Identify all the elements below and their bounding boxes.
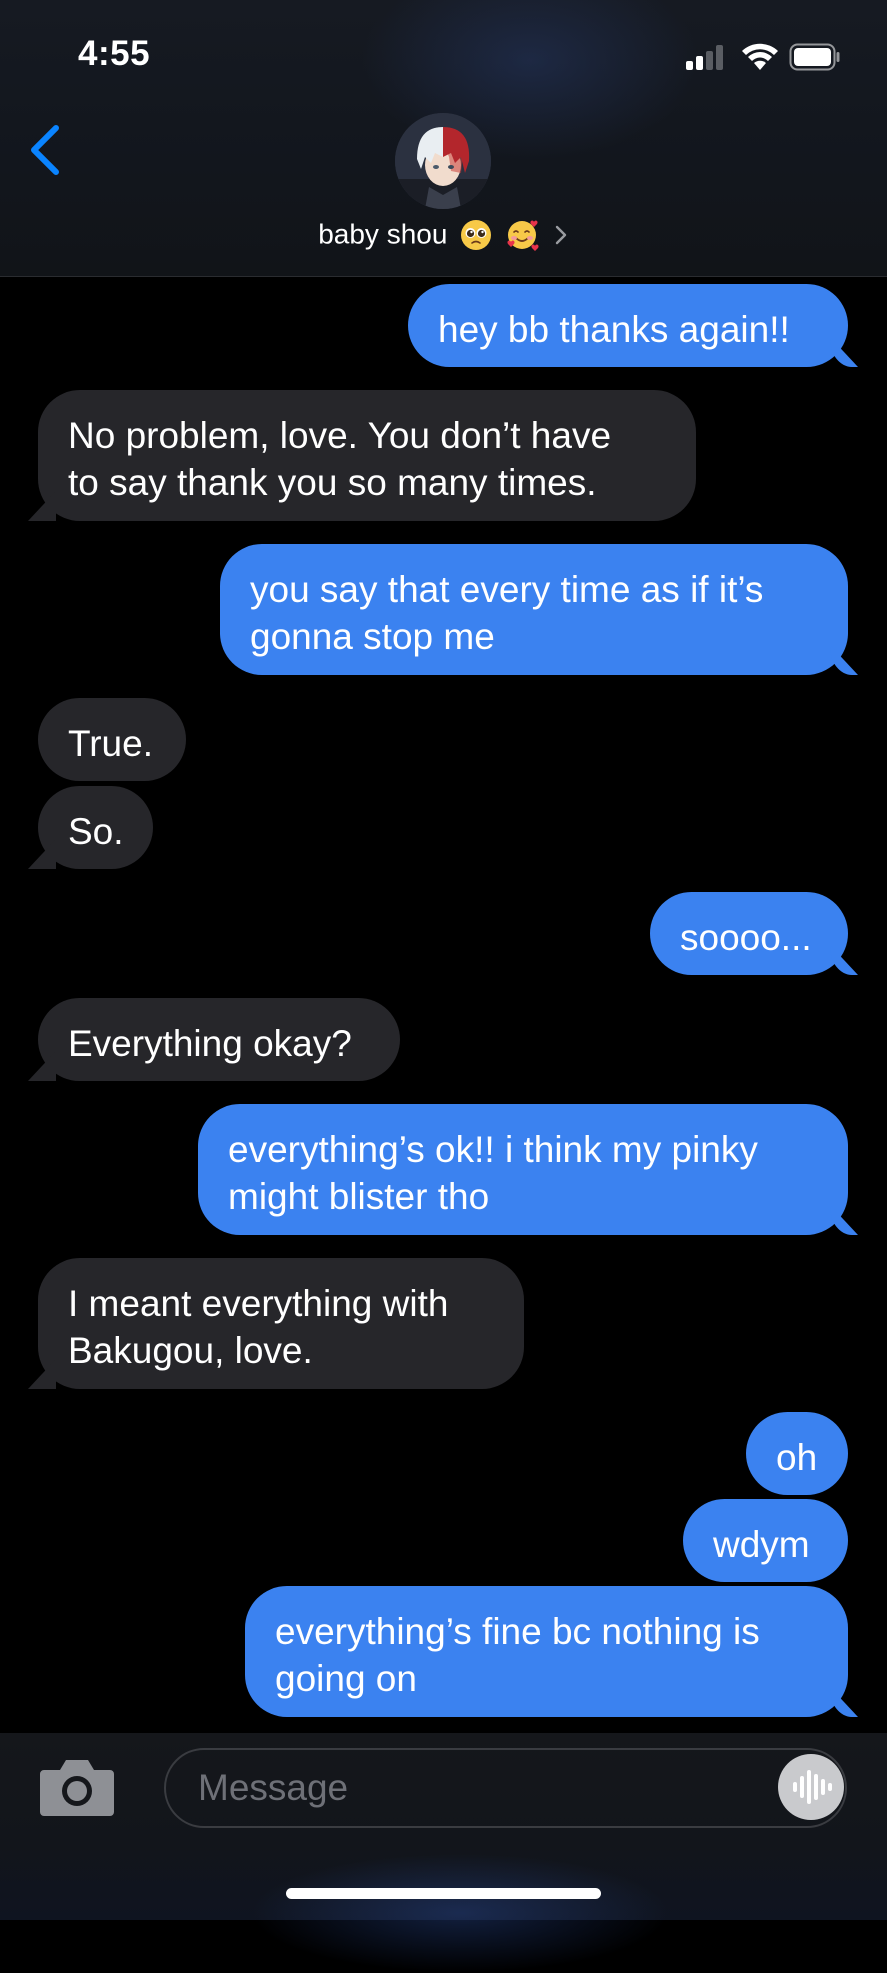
message-bubble-incoming[interactable]: I meant everything with Bakugou, love. — [38, 1258, 524, 1389]
avatar-illustration — [395, 113, 491, 209]
chevron-right-icon — [555, 225, 566, 244]
back-chevron-icon[interactable] — [22, 118, 66, 182]
message-input[interactable] — [164, 1748, 847, 1828]
smiling-face-with-hearts-emoji-icon — [507, 220, 539, 251]
message-bubble-outgoing[interactable]: wdym — [683, 1499, 848, 1582]
waveform-icon — [793, 1770, 832, 1804]
conversation-header: 4:55 baby shou — [0, 0, 887, 277]
composer-glow — [250, 1853, 670, 1973]
message-bubble-incoming[interactable]: No problem, love. You don’t have to say … — [38, 390, 696, 521]
message-bubble-outgoing[interactable]: everything’s ok!! i think my pinky might… — [198, 1104, 848, 1235]
message-bubble-outgoing[interactable]: you say that every time as if it’s gonna… — [220, 544, 848, 675]
audio-message-button[interactable] — [778, 1754, 844, 1820]
message-bubble-incoming[interactable]: Everything okay? — [38, 998, 400, 1081]
contact-avatar[interactable] — [395, 113, 491, 209]
message-bubble-outgoing[interactable]: soooo... — [650, 892, 848, 975]
battery-icon — [789, 43, 840, 71]
camera-button[interactable] — [38, 1756, 116, 1818]
message-bubble-incoming[interactable]: True. — [38, 698, 186, 781]
message-bubble-outgoing[interactable]: hey bb thanks again!! — [408, 284, 848, 367]
pleading-face-emoji-icon — [461, 219, 492, 250]
home-indicator[interactable] — [286, 1888, 601, 1899]
status-time: 4:55 — [78, 34, 151, 73]
wifi-icon — [742, 43, 778, 70]
message-bubble-outgoing[interactable]: everything’s fine bc nothing is going on — [245, 1586, 848, 1717]
message-bubble-outgoing[interactable]: oh — [746, 1412, 848, 1495]
contact-name-row[interactable]: baby shou — [0, 217, 887, 252]
camera-icon — [40, 1760, 114, 1816]
cellular-signal-icon — [686, 44, 726, 70]
message-bubble-incoming[interactable]: So. — [38, 786, 153, 869]
contact-name: baby shou — [318, 218, 448, 250]
